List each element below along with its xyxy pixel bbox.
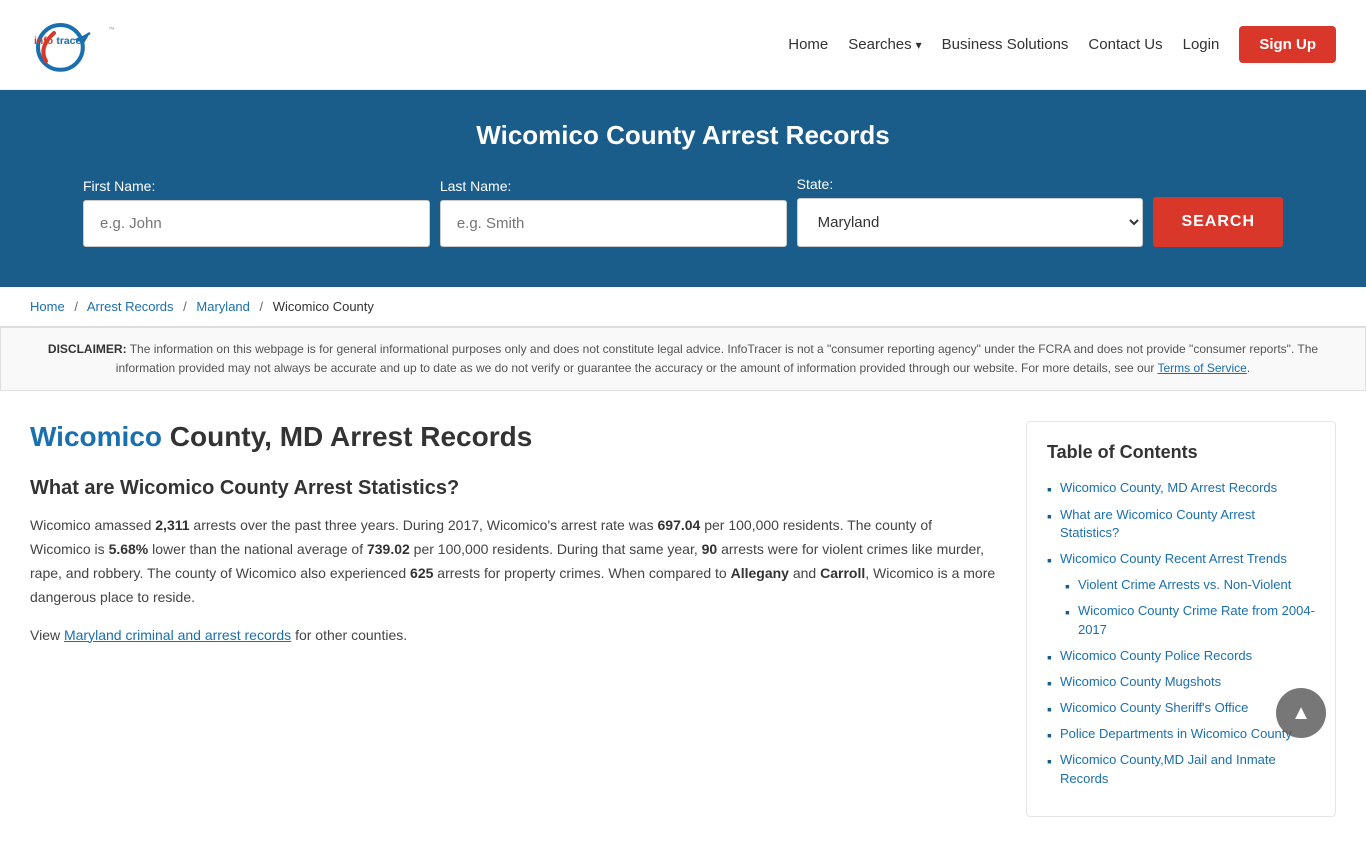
- lower-pct: 5.68%: [109, 541, 149, 557]
- national-avg: 739.02: [367, 541, 410, 557]
- city1: Allegany: [731, 565, 789, 581]
- toc-item: Wicomico County, MD Arrest Records: [1047, 479, 1315, 497]
- toc-item: Violent Crime Arrests vs. Non-Violent: [1047, 576, 1315, 594]
- toc-link[interactable]: Wicomico County Crime Rate from 2004-201…: [1078, 602, 1315, 638]
- city2: Carroll: [820, 565, 865, 581]
- disclaimer-label: DISCLAIMER:: [48, 342, 127, 356]
- breadcrumb-home[interactable]: Home: [30, 299, 65, 314]
- breadcrumb-arrest-records[interactable]: Arrest Records: [87, 299, 174, 314]
- breadcrumb-sep-1: /: [74, 299, 78, 314]
- scroll-to-top-button[interactable]: ▲: [1276, 688, 1326, 738]
- breadcrumb-maryland[interactable]: Maryland: [196, 299, 249, 314]
- last-name-label: Last Name:: [440, 178, 512, 194]
- maryland-records-link[interactable]: Maryland criminal and arrest records: [64, 627, 291, 643]
- breadcrumb: Home / Arrest Records / Maryland / Wicom…: [0, 287, 1366, 327]
- toc-item: Wicomico County Crime Rate from 2004-201…: [1047, 602, 1315, 638]
- toc-link[interactable]: Wicomico County,MD Jail and Inmate Recor…: [1060, 751, 1315, 787]
- toc-link[interactable]: Police Departments in Wicomico County: [1060, 725, 1292, 743]
- toc-item: Wicomico County Recent Arrest Trends: [1047, 550, 1315, 568]
- article-title: Wicomico County, MD Arrest Records: [30, 421, 996, 453]
- nav-signup[interactable]: Sign Up: [1239, 26, 1336, 63]
- state-select[interactable]: AlabamaAlaskaArizonaArkansasCaliforniaCo…: [797, 198, 1144, 247]
- terms-of-service-link[interactable]: Terms of Service: [1158, 361, 1247, 375]
- search-form: First Name: Last Name: State: AlabamaAla…: [83, 176, 1283, 247]
- main-nav: Home Searches ▾ Business Solutions Conta…: [788, 26, 1336, 63]
- article-title-highlight: Wicomico: [30, 421, 162, 452]
- svg-text:™: ™: [108, 26, 114, 33]
- property-count: 625: [410, 565, 433, 581]
- breadcrumb-sep-3: /: [260, 299, 264, 314]
- first-name-input[interactable]: [83, 200, 430, 247]
- toc-item: What are Wicomico County Arrest Statisti…: [1047, 506, 1315, 542]
- section1-heading: What are Wicomico County Arrest Statisti…: [30, 477, 996, 500]
- toc-item: Wicomico County,MD Jail and Inmate Recor…: [1047, 751, 1315, 787]
- toc-item: Wicomico County Mugshots: [1047, 673, 1315, 691]
- nav-business-solutions[interactable]: Business Solutions: [942, 36, 1069, 53]
- logo[interactable]: info tracer ™: [30, 15, 190, 75]
- breadcrumb-sep-2: /: [183, 299, 187, 314]
- disclaimer-bar: DISCLAIMER: The information on this webp…: [0, 327, 1366, 391]
- last-name-group: Last Name:: [440, 178, 787, 247]
- toc-item: Wicomico County Police Records: [1047, 647, 1315, 665]
- section1-paragraph2: View Maryland criminal and arrest record…: [30, 624, 996, 648]
- state-label: State:: [797, 176, 834, 192]
- violent-count: 90: [702, 541, 718, 557]
- section1-paragraph1: Wicomico amassed 2,311 arrests over the …: [30, 514, 996, 609]
- first-name-label: First Name:: [83, 178, 155, 194]
- article-title-rest: County, MD Arrest Records: [162, 421, 532, 452]
- toc-link[interactable]: Wicomico County Recent Arrest Trends: [1060, 550, 1287, 568]
- disclaimer-text: The information on this webpage is for g…: [116, 342, 1318, 375]
- state-group: State: AlabamaAlaskaArizonaArkansasCalif…: [797, 176, 1144, 247]
- svg-text:info: info: [34, 36, 53, 47]
- search-button[interactable]: SEARCH: [1153, 197, 1283, 247]
- toc-list: Wicomico County, MD Arrest Records What a…: [1047, 479, 1315, 787]
- nav-searches[interactable]: Searches ▾: [848, 36, 921, 53]
- hero-section: Wicomico County Arrest Records First Nam…: [0, 90, 1366, 287]
- article: Wicomico County, MD Arrest Records What …: [30, 421, 1026, 816]
- breadcrumb-current: Wicomico County: [273, 299, 374, 314]
- logo-svg: info tracer ™: [30, 15, 190, 75]
- chevron-down-icon: ▾: [916, 38, 922, 52]
- toc-link[interactable]: Wicomico County Police Records: [1060, 647, 1252, 665]
- table-of-contents: Table of Contents Wicomico County, MD Ar…: [1026, 421, 1336, 816]
- nav-contact-us[interactable]: Contact Us: [1088, 36, 1162, 53]
- toc-link[interactable]: Wicomico County Mugshots: [1060, 673, 1221, 691]
- nav-home[interactable]: Home: [788, 36, 828, 53]
- toc-link[interactable]: Wicomico County Sheriff's Office: [1060, 699, 1248, 717]
- main-content: Wicomico County, MD Arrest Records What …: [0, 391, 1366, 846]
- toc-link[interactable]: What are Wicomico County Arrest Statisti…: [1060, 506, 1315, 542]
- toc-item: Police Departments in Wicomico County: [1047, 725, 1315, 743]
- toc-link[interactable]: Wicomico County, MD Arrest Records: [1060, 479, 1277, 497]
- last-name-input[interactable]: [440, 200, 787, 247]
- svg-text:tracer: tracer: [56, 36, 85, 47]
- first-name-group: First Name:: [83, 178, 430, 247]
- site-header: info tracer ™ Home Searches ▾ Business S…: [0, 0, 1366, 90]
- toc-item: Wicomico County Sheriff's Office: [1047, 699, 1315, 717]
- toc-link[interactable]: Violent Crime Arrests vs. Non-Violent: [1078, 576, 1291, 594]
- arrest-rate: 697.04: [658, 517, 701, 533]
- hero-title: Wicomico County Arrest Records: [40, 120, 1326, 151]
- toc-heading: Table of Contents: [1047, 442, 1315, 463]
- arrests-count: 2,311: [155, 517, 189, 533]
- nav-login[interactable]: Login: [1183, 36, 1220, 53]
- disclaimer-period: .: [1247, 361, 1250, 375]
